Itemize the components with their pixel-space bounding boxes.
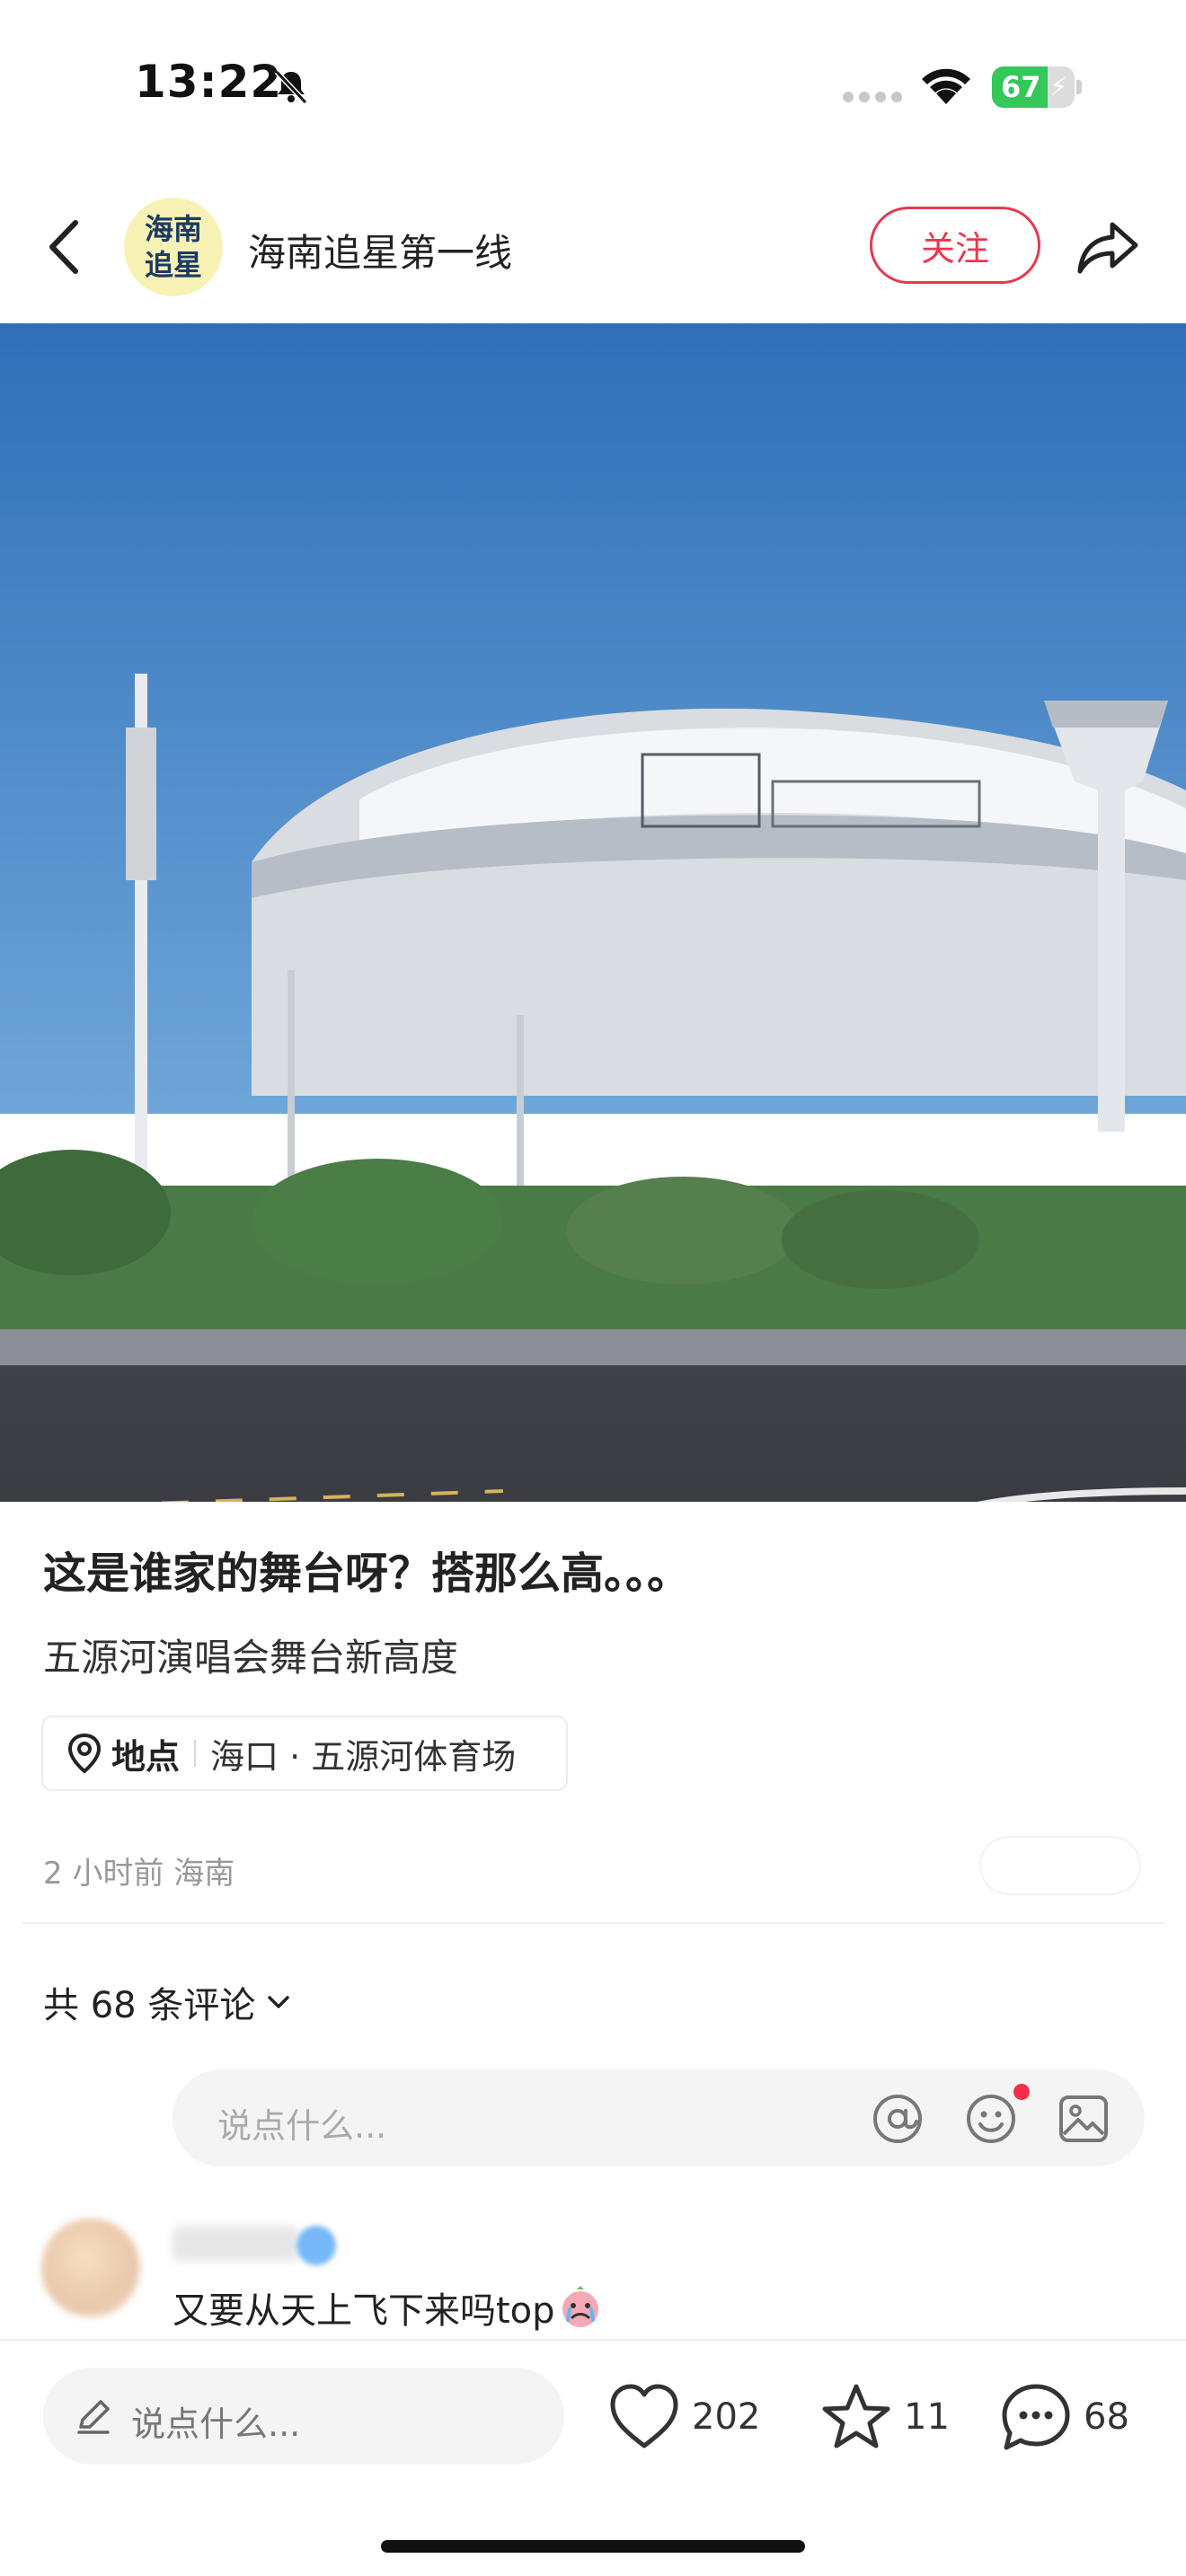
home-indicator[interactable] bbox=[381, 2540, 805, 2553]
account-name[interactable]: 海南追星第一线 bbox=[248, 223, 512, 278]
back-icon[interactable] bbox=[40, 216, 93, 278]
comment-text: 又要从天上飞下来吗top bbox=[173, 2290, 555, 2332]
status-time: 13:22 bbox=[135, 56, 283, 108]
pencil-icon bbox=[77, 2400, 110, 2434]
comment-username-blurred[interactable] bbox=[173, 2226, 298, 2262]
avatar-text-line1: 海南 bbox=[144, 212, 202, 246]
crying-emoji-icon bbox=[562, 2286, 598, 2327]
meta-pill[interactable] bbox=[979, 1836, 1141, 1895]
location-pin-icon bbox=[67, 1733, 102, 1774]
collect-button[interactable]: 11 bbox=[819, 2377, 950, 2457]
comment-count-toggle[interactable]: 共 68 条评论 bbox=[43, 1976, 291, 2028]
comment-button[interactable]: 68 bbox=[999, 2377, 1129, 2457]
post-title: 这是谁家的舞台呀？搭那么高。。。 bbox=[43, 1548, 691, 1599]
comment-item[interactable]: 又要从天上飞下来吗top bbox=[173, 2281, 604, 2333]
post-header: 海南 追星 海南追星第一线 关注 bbox=[0, 180, 1186, 314]
wifi-icon bbox=[922, 68, 970, 104]
location-separator bbox=[194, 1740, 197, 1767]
chevron-down-icon bbox=[268, 1996, 290, 2008]
share-icon[interactable] bbox=[1075, 216, 1141, 278]
battery-indicator: 67 ⚡ bbox=[992, 66, 1075, 108]
notification-dot bbox=[1013, 2084, 1030, 2100]
account-avatar[interactable]: 海南 追星 bbox=[124, 198, 223, 296]
like-count: 202 bbox=[692, 2396, 761, 2438]
battery-level: 67 bbox=[1001, 70, 1041, 104]
location-label: 地点 bbox=[111, 1736, 181, 1777]
post-meta: 2 小时前 海南 bbox=[43, 1856, 235, 1892]
location-value: 海口 · 五源河体育场 bbox=[210, 1736, 517, 1777]
post-description: 五源河演唱会舞台新高度 bbox=[43, 1636, 459, 1680]
signal-icon bbox=[843, 92, 902, 102]
comment-bubble-icon bbox=[1002, 2384, 1070, 2450]
bottom-input-placeholder: 说点什么... bbox=[131, 2404, 301, 2444]
star-icon bbox=[822, 2384, 890, 2448]
divider bbox=[22, 1922, 1164, 1924]
mention-at-icon[interactable] bbox=[872, 2093, 924, 2145]
comment-count-label: 共 68 条评论 bbox=[43, 1985, 256, 2026]
status-bar: 13:22 67 ⚡ bbox=[0, 0, 1186, 171]
bottom-action-bar: 说点什么... 202 11 68 bbox=[0, 2339, 1186, 2576]
emoji-icon[interactable] bbox=[965, 2093, 1017, 2145]
bell-muted-icon bbox=[274, 69, 308, 105]
stadium-photo-illustration: 行 bbox=[0, 323, 1186, 1502]
follow-button[interactable]: 关注 bbox=[870, 207, 1040, 284]
bottom-comment-input[interactable]: 说点什么... bbox=[43, 2368, 564, 2465]
comment-input-placeholder: 说点什么... bbox=[217, 2106, 387, 2146]
heart-icon bbox=[610, 2384, 678, 2448]
collect-count: 11 bbox=[904, 2396, 950, 2438]
post-photo[interactable]: 行 bbox=[0, 323, 1186, 1502]
comment-count: 68 bbox=[1084, 2396, 1129, 2438]
avatar-text-line2: 追星 bbox=[144, 248, 202, 282]
battery-cap bbox=[1076, 80, 1082, 94]
charging-bolt-icon: ⚡ bbox=[1049, 72, 1067, 101]
comment-avatar[interactable] bbox=[41, 2219, 140, 2317]
like-button[interactable]: 202 bbox=[607, 2377, 760, 2457]
verified-badge-icon bbox=[296, 2226, 336, 2265]
location-chip[interactable]: 地点 海口 · 五源河体育场 bbox=[41, 1716, 568, 1791]
comment-input[interactable]: 说点什么... bbox=[173, 2069, 1145, 2166]
image-icon[interactable] bbox=[1058, 2095, 1109, 2143]
